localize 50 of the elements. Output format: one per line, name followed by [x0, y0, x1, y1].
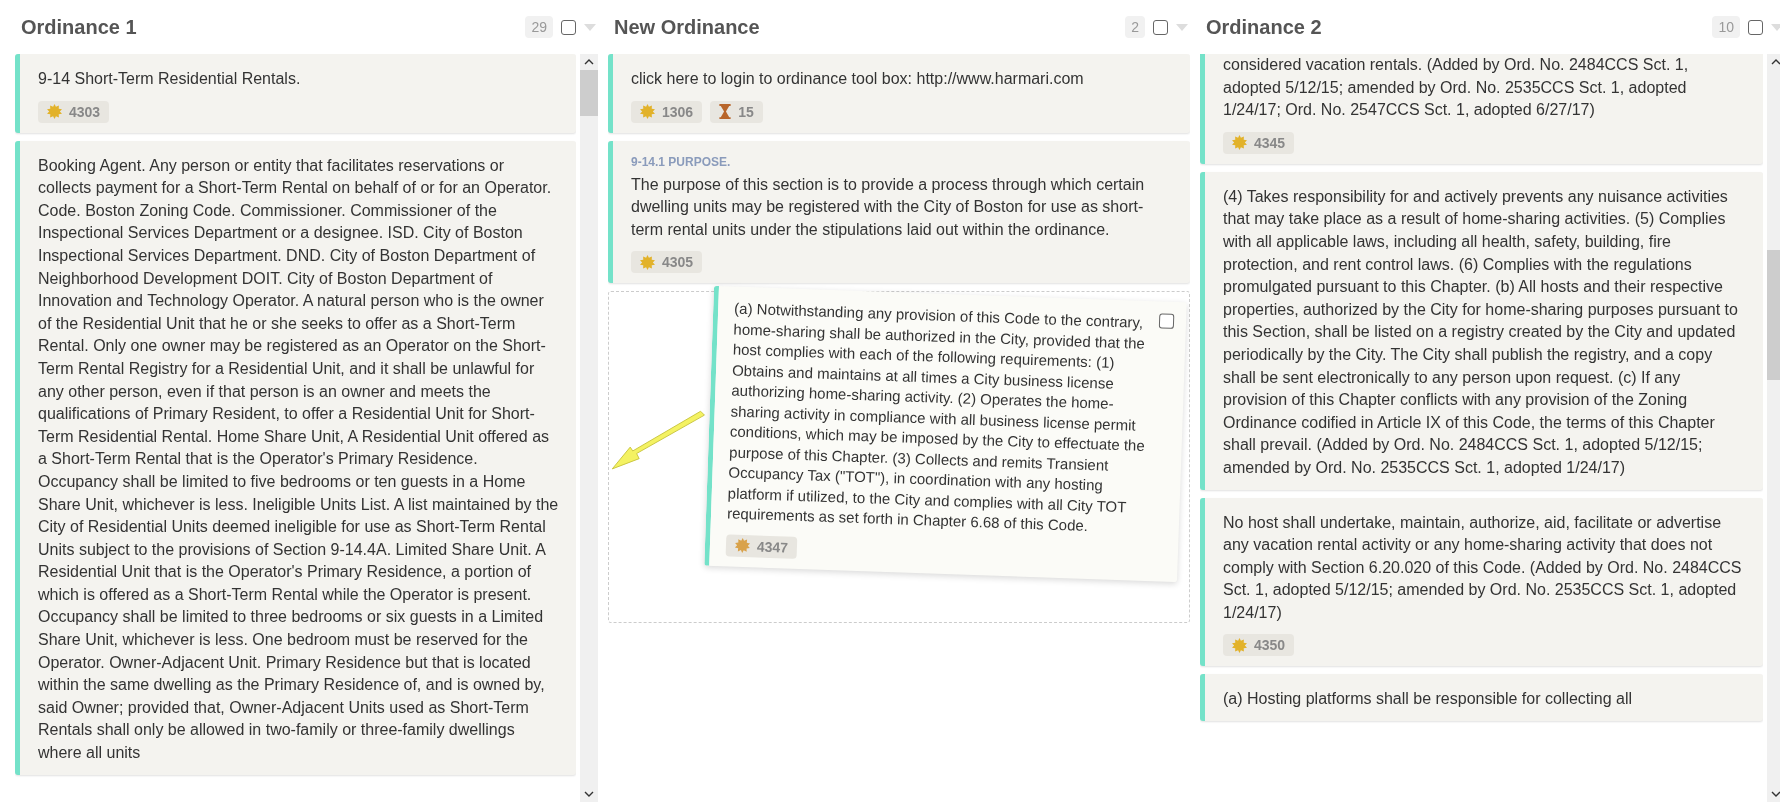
card[interactable]: click here to login to ordinance tool box: http://www.harmari.com 1306 15: [608, 54, 1190, 133]
card-text: (4) Takes responsibility for and actively prevents any nuisance activities that may take place as a result of home-sharing activities. (5) Complies with all applicable laws, including all health, safety, building, fire protection, and rent control laws. (6) Complies with the regulations promulgated pursuant to this Chapter. (b) All hosts and their respective properties, authorized by the City for home-sharing purposes pursuant to this Section, shall be listed on a registry created by the City and updated periodically by the City. The City shall publish the registry, and a copy shall be sent electronically to any person upon request. (c) If any provision of this Chapter conflicts with any provision of the Zoning Ordinance codified in Article IX of this Code, the terms of this Chapter shall prevail. (Added by Ord. No. 2484CCS Sct. 1, adopted 5/12/15; amended by Ord. No. 2535CCS Sct. 1, adopted 1/24/17): [1223, 186, 1739, 478]
card-text: click here to login to ordinance tool box: http://www.harmari.com: [631, 69, 1085, 89]
card-text: (a) Notwithstanding any provision of this Code to the contrary, home-sharing shall be authorized in the City, provided that the host complies with each of the following requirements: (1) Obtains and maintains at all times a City business license authorizing home-sharing activity. (2) Operates the home-sharing activity in compliance with all business license permit conditions, which may be imposed by the City to effectuate the purpose of this Chapter. (3) Collects and remits Transient Occupancy Tax ("TOT"), in coordination with any hosting platform if utilized, to the City and complies with all City TOT requirements as set forth in Chapter 6.68 of this Code.: [726, 298, 1147, 537]
card-badge: 4350: [1223, 634, 1295, 657]
card-text: (a) Hosting platforms shall be responsible for collecting all: [1223, 689, 1634, 710]
card[interactable]: [608, 140, 1190, 284]
card-badge: 15: [710, 100, 763, 123]
card-text: 9-14 Short-Term Residential Rentals.: [38, 69, 302, 89]
card[interactable]: considered vacation rentals. (Added by Ord. No. 2484CCS Sct. 1, adopted 5/12/15; amended by Ord. No. 2535CCS Sct. 1, adopted 1/24/17; Ord. No. 2547CCS Sct. 1, adopted 6/27/17) 4345: [1200, 54, 1763, 164]
card[interactable]: (a) Hosting platforms shall be responsible for collecting all: [1200, 674, 1763, 722]
card-text: No host shall undertake, maintain, authorize, aid, facilitate or advertise any vacation rental activity or any home-sharing activity that does not comply with Section 6.20.020 of this Code. (Added by Ord. No. 2484CCS Sct. 1, adopted 5/12/15; amended by Ord. No. 2535CCS Sct. 1, adopted 1/24/17): [1223, 512, 1743, 623]
sun-icon: [47, 104, 62, 120]
column-checkbox[interactable]: [1748, 19, 1763, 35]
card-badge: 4345: [1223, 131, 1295, 154]
card-count: 29: [525, 16, 553, 38]
card[interactable]: 9-14 Short-Term Residential Rentals. 4303: [15, 54, 576, 133]
card-text: Booking Agent. Any person or entity that facilitates reservations or collects payment for a Short-Term Rental on behalf of or for an Operator. Code. Boston Zoning Code. Commissioner. Commissioner of the Inspectional Services Department or a designee. ISD. City of Boston Inspectional Services Department. DND. City of Boston Department of Neighborhood Development DOIT. City of Boston Department of Innovation and Technology Operator. A natural person who is the owner of the Residential Unit that he or she seeks to offer as a Short-Term Rental. Only one owner may be registered as an Operator on the Short-Term Rental Registry for a Residential Unit, and it shall be unlawful for any other person, even if that person is an owner and meets the qualifications of Primary Resident, to offer a Residential Unit for Short-Term Residential Rental. Home Share Unit, A Residential Unit offered as a Short-Term Rental that is the Operator's Primary Residence. Occupancy shall be limited to five bedrooms or ten guests in a Home Share Unit, whichever is less. Ineligible Units List. A list maintained by the City of Residential Units deemed ineligible for use as Short-Term Rental Units subject to the provisions of Section 9-14.4A. Limited Share Unit. A Residential Unit that is the Operator's Primary Residence, a portion of which is offered as a Short-Term Rental while the Operator is present. Occupancy shall be limited to three bedrooms or six guests in a Limited Share Unit, whichever is less. One bedroom must be reserved for the Operator. Owner-Adjacent Unit. Primary Residence but that is located within the same dwelling as the Primary Residence of, and is owned by, said Owner; provided that, Owner-Adjacent Units used as Short-Term Rentals shall only be allowed in two-family or three-family dwellings where all units: [38, 155, 560, 764]
scroll-down-icon[interactable]: [1771, 791, 1780, 797]
scroll-up-icon[interactable]: [1771, 59, 1780, 65]
scroll-thumb[interactable]: [1767, 250, 1780, 380]
card-badge: 4305: [631, 251, 703, 274]
column-checkbox[interactable]: [1153, 19, 1168, 35]
column-title: Ordinance 2: [1206, 15, 1322, 39]
card-checkbox[interactable]: [1158, 313, 1175, 330]
sun-icon: [640, 104, 655, 120]
card-text: The purpose of this section is to provide a process through which certain dwelling units may be registered with the City of Boston for use as short-term rental units under the stipulations laid out within the ordinance.: [631, 174, 1146, 240]
card-badge: 1306: [631, 100, 703, 123]
scrollbar[interactable]: [580, 54, 598, 802]
card[interactable]: [1200, 497, 1763, 667]
card-count: 10: [1712, 16, 1740, 38]
scrollbar[interactable]: [1767, 54, 1780, 802]
card-badge: 4347: [725, 534, 798, 559]
sun-icon: [1232, 135, 1247, 151]
dragged-card[interactable]: [704, 286, 1187, 583]
card-count: 2: [1125, 16, 1145, 38]
card-label: 9-14.1 PURPOSE.: [631, 154, 732, 169]
scroll-up-icon[interactable]: [584, 59, 594, 65]
sun-icon: [1232, 637, 1247, 653]
card-text: considered vacation rentals. (Added by Ord. No. 2484CCS Sct. 1, adopted 5/12/15; amended by Ord. No. 2535CCS Sct. 1, adopted 1/24/17; Ord. No. 2547CCS Sct. 1, adopted 6/27/17): [1223, 55, 1690, 121]
hourglass-icon: [719, 104, 732, 120]
sun-icon: [734, 538, 751, 554]
scroll-down-icon[interactable]: [584, 791, 594, 797]
card[interactable]: [1200, 171, 1763, 490]
column-title: Ordinance 1: [21, 15, 137, 39]
column-checkbox[interactable]: [561, 19, 576, 35]
card-badge: 4303: [38, 100, 110, 123]
sun-icon: [640, 254, 655, 270]
scroll-thumb[interactable]: [580, 70, 598, 116]
column-title: New Ordinance: [614, 15, 760, 39]
